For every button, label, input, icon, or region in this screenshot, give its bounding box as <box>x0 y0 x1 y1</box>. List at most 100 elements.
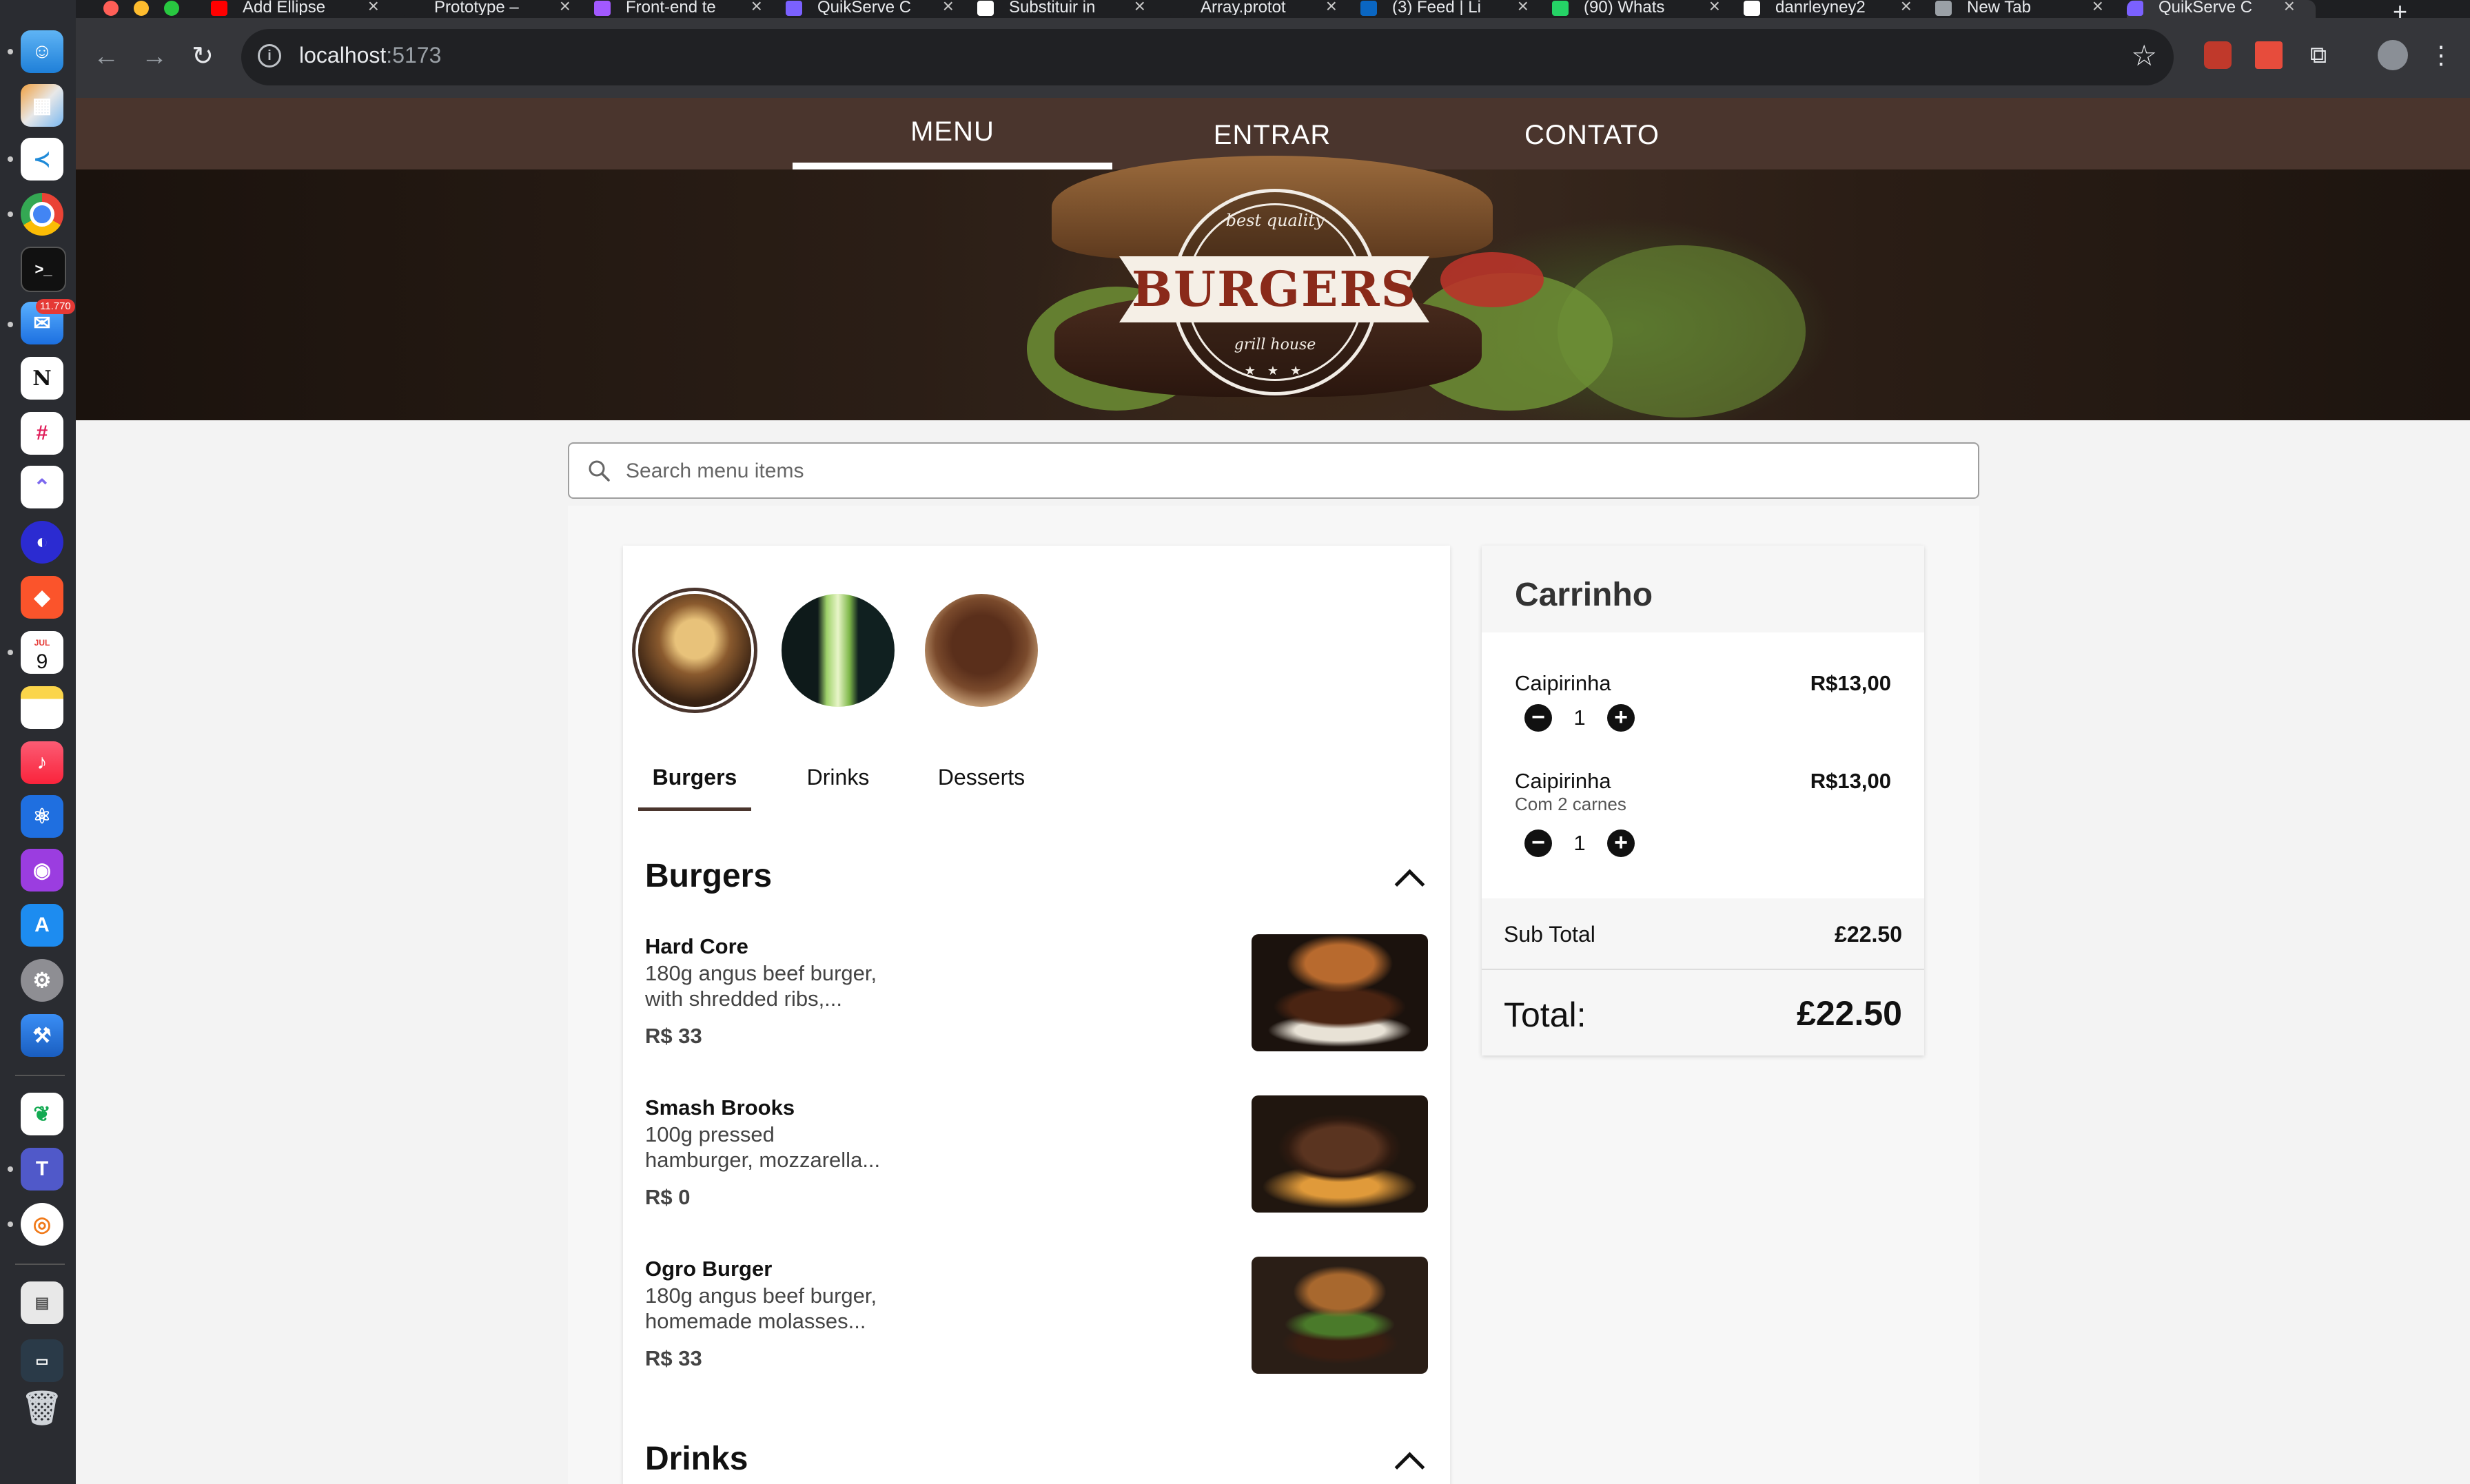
total-label: Total: <box>1504 996 1586 1034</box>
tab-title: Front-end te <box>626 0 716 15</box>
window-minimize-button[interactable] <box>134 1 149 16</box>
tab-close-icon[interactable]: × <box>2092 0 2103 16</box>
tab-close-icon[interactable]: × <box>560 0 571 16</box>
category-tab-drinks[interactable]: Drinks <box>782 765 895 790</box>
decrease-quantity-button[interactable]: − <box>1524 829 1552 857</box>
browser-tab[interactable]: (90) Whats × <box>1552 0 1741 18</box>
notion-icon[interactable]: N <box>21 357 63 400</box>
menu-item-desc-line: 180g angus beef burger, <box>645 1284 877 1308</box>
hero-badge-main: BURGERS <box>1131 260 1418 318</box>
nav-active-underline <box>793 163 1112 169</box>
decrease-quantity-button[interactable]: − <box>1524 704 1552 732</box>
window-close-button[interactable] <box>103 1 119 16</box>
extensions-puzzle-icon[interactable]: ⧉ <box>2305 41 2332 69</box>
extension-icon[interactable] <box>2204 41 2232 69</box>
running-indicator <box>8 1222 13 1227</box>
browser-tab[interactable]: Prototype – × <box>402 0 591 18</box>
tab-favicon-icon <box>594 1 611 16</box>
nav-contato[interactable]: CONTATO <box>1432 98 1752 169</box>
browser-tab[interactable]: QuikServe C × <box>2127 0 2316 18</box>
brave-icon[interactable]: ◆ <box>21 576 63 619</box>
terminal-icon[interactable]: >_ <box>21 247 66 292</box>
reload-icon[interactable]: ↻ <box>182 36 223 77</box>
arc-icon[interactable]: ◐ <box>21 521 63 564</box>
tab-close-icon[interactable]: × <box>751 0 762 16</box>
tab-title: (90) Whats <box>1584 0 1665 15</box>
clickup-icon[interactable]: ⌃ <box>21 466 63 508</box>
vpn-icon[interactable]: ◎ <box>21 1203 63 1246</box>
browser-tab[interactable]: QuikServe C × <box>786 0 974 18</box>
tab-close-icon[interactable]: × <box>368 0 379 16</box>
category-drinks-image[interactable] <box>782 594 895 707</box>
forward-arrow-icon[interactable]: → <box>134 36 175 77</box>
react-devtools-icon[interactable]: ⚛ <box>21 795 63 838</box>
browser-tab[interactable]: Array.protot × <box>1169 0 1358 18</box>
address-url: localhost:5173 <box>299 43 441 68</box>
category-tab-desserts[interactable]: Desserts <box>925 765 1038 790</box>
browser-tab[interactable]: (3) Feed | Li × <box>1360 0 1549 18</box>
cart-item-name: Caipirinha <box>1515 769 1611 793</box>
back-arrow-icon[interactable]: ← <box>85 36 127 77</box>
tab-favicon-icon <box>1552 1 1569 16</box>
tab-title: QuikServe C <box>2158 0 2253 15</box>
nav-contato-label: CONTATO <box>1524 120 1660 150</box>
profile-avatar[interactable] <box>2378 40 2408 70</box>
system-settings-icon[interactable]: ⚙ <box>21 959 63 1002</box>
search-input[interactable] <box>624 453 1937 489</box>
music-icon[interactable]: ♪ <box>21 741 63 784</box>
increase-quantity-button[interactable]: + <box>1607 704 1635 732</box>
bookmark-star-icon[interactable]: ☆ <box>2131 39 2157 72</box>
mongodb-compass-icon[interactable]: ❦ <box>21 1093 63 1135</box>
running-indicator <box>8 1166 13 1172</box>
finder-icon[interactable]: ☺ <box>21 30 63 73</box>
collapse-chevron-up-icon[interactable] <box>1394 869 1425 900</box>
browser-tab[interactable]: danrleyney2 × <box>1744 0 1932 18</box>
calendar-icon[interactable]: JUL 9 <box>21 631 63 674</box>
tab-close-icon[interactable]: × <box>1134 0 1145 16</box>
launchpad-icon[interactable]: ▦ <box>21 84 63 127</box>
chrome-icon[interactable] <box>21 193 63 236</box>
category-tab-burgers[interactable]: Burgers <box>638 765 751 790</box>
extension-icon[interactable] <box>2255 41 2283 69</box>
menu-item[interactable]: Smash Brooks 100g pressed hamburger, moz… <box>645 1095 1431 1215</box>
collapse-chevron-up-icon[interactable] <box>1394 1452 1425 1483</box>
tab-close-icon[interactable]: × <box>943 0 954 16</box>
search-box[interactable] <box>568 442 1979 499</box>
vscode-icon[interactable]: ≺ <box>21 138 63 181</box>
category-desserts-image[interactable] <box>925 594 1038 707</box>
trash-icon[interactable]: 🗑 <box>21 1386 63 1429</box>
xcode-icon[interactable]: ⚒ <box>21 1014 63 1057</box>
browser-tab[interactable]: New Tab × <box>1935 0 2124 18</box>
podcasts-icon[interactable]: ◉ <box>21 849 63 892</box>
screenshot-folder-icon[interactable]: ▭ <box>21 1339 63 1382</box>
slack-icon[interactable]: # <box>21 412 63 455</box>
teams-icon[interactable]: T <box>21 1148 63 1191</box>
notes-icon[interactable] <box>21 686 63 729</box>
running-indicator <box>8 156 13 162</box>
tab-close-icon[interactable]: × <box>1326 0 1337 16</box>
app-store-icon[interactable]: A <box>21 904 63 947</box>
tab-title: New Tab <box>1967 0 2031 15</box>
browser-tab[interactable]: Front-end te × <box>594 0 783 18</box>
tab-close-icon[interactable]: × <box>1709 0 1720 16</box>
increase-quantity-button[interactable]: + <box>1607 829 1635 857</box>
tab-close-icon[interactable]: × <box>2284 0 2295 16</box>
category-burgers-image[interactable] <box>638 594 751 707</box>
running-indicator <box>8 49 13 54</box>
window-zoom-button[interactable] <box>164 1 179 16</box>
menu-item[interactable]: Hard Core 180g angus beef burger, with s… <box>645 934 1431 1054</box>
calendar-day: 9 <box>36 650 48 673</box>
tab-close-icon[interactable]: × <box>1901 0 1912 16</box>
address-bar[interactable]: i localhost:5173 ☆ <box>241 29 2174 85</box>
tab-close-icon[interactable]: × <box>1518 0 1529 16</box>
nav-menu[interactable]: MENU <box>793 98 1112 169</box>
tab-title: danrleyney2 <box>1775 0 1866 15</box>
subtotal-value: £22.50 <box>1835 922 1902 947</box>
tab-title: Add Ellipse <box>243 0 326 15</box>
browser-tab[interactable]: Add Ellipse × <box>211 0 400 18</box>
site-info-icon[interactable]: i <box>258 44 281 68</box>
browser-menu-icon[interactable]: ⋮ <box>2427 41 2455 69</box>
menu-item[interactable]: Ogro Burger 180g angus beef burger, home… <box>645 1257 1431 1377</box>
browser-tab[interactable]: Substituir in × <box>977 0 1166 18</box>
document-icon[interactable]: ▤ <box>21 1281 63 1324</box>
